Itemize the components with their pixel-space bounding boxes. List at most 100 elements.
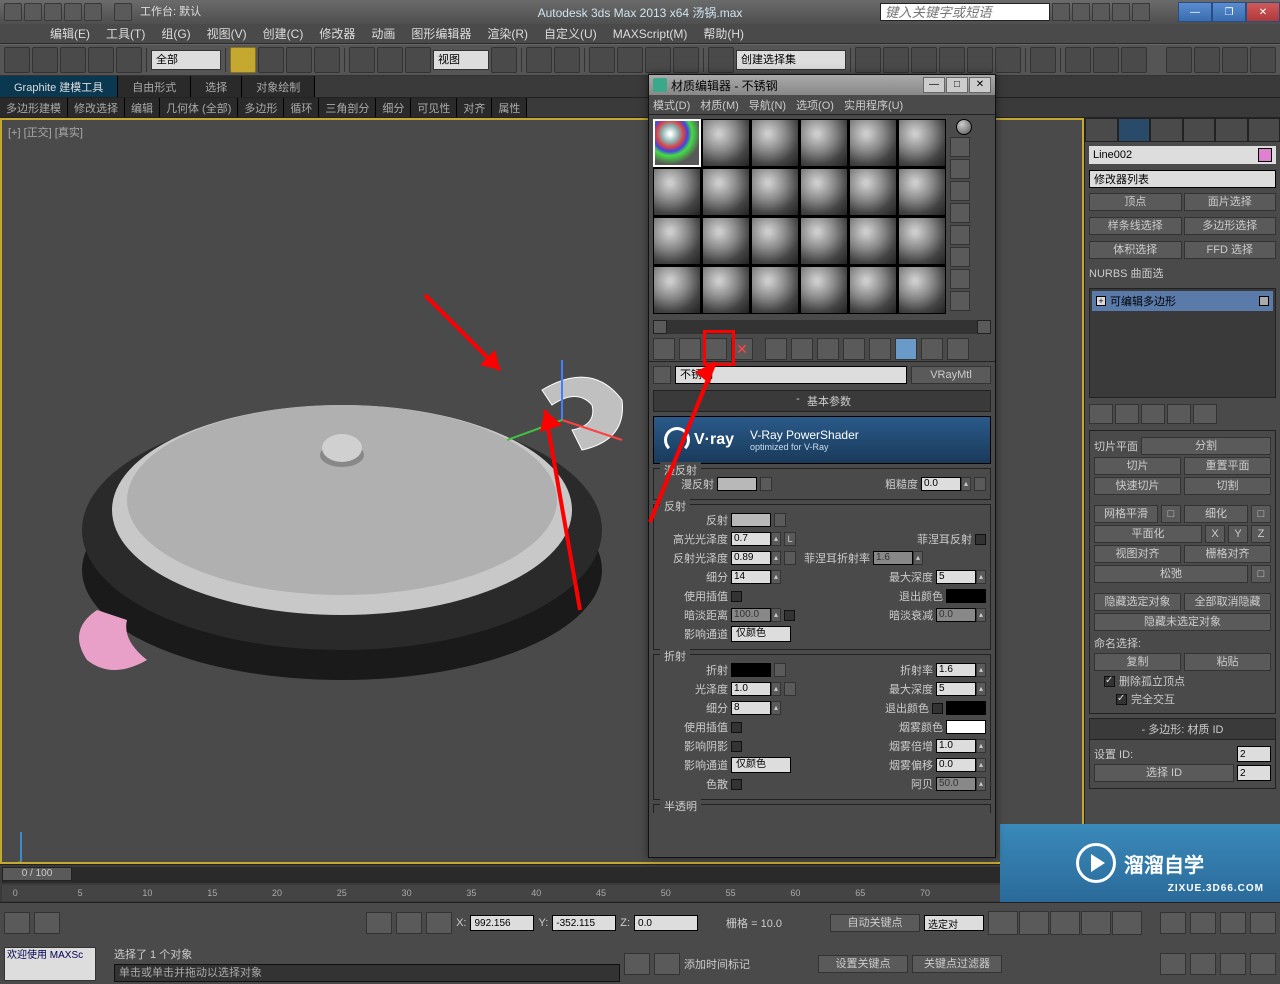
matid-channel-icon[interactable] (843, 338, 865, 360)
sample-slot[interactable] (800, 119, 848, 167)
autokey-button[interactable]: 自动关键点 (830, 914, 920, 932)
fog-color-swatch[interactable] (946, 720, 986, 734)
refl-maxdepth-spinner[interactable]: 5 (936, 570, 976, 584)
backlight-icon[interactable] (950, 137, 970, 157)
time-slider-thumb[interactable]: 0 / 100 (2, 867, 72, 881)
select-by-mat-icon[interactable] (950, 269, 970, 289)
btn-view-align[interactable]: 视图对齐 (1094, 545, 1181, 563)
select-name-icon[interactable] (258, 47, 284, 73)
nav-3-icon[interactable] (1220, 953, 1246, 975)
keyfilter-button[interactable]: 关键点过滤器 (912, 955, 1002, 973)
sample-slot-1[interactable] (653, 119, 701, 167)
select-icon[interactable] (230, 47, 256, 73)
qat-project-icon[interactable] (114, 3, 132, 21)
nav-orbit-icon[interactable] (1190, 912, 1216, 934)
modify-tab-icon[interactable] (1118, 118, 1151, 142)
restore-button[interactable]: ❐ (1212, 2, 1246, 22)
menu-render[interactable]: 渲染(R) (479, 25, 536, 42)
me-menu-material[interactable]: 材质(M) (700, 97, 739, 113)
sample-slot[interactable] (751, 168, 799, 216)
sample-slot[interactable] (702, 217, 750, 265)
subtab-geometry[interactable]: 几何体 (全部) (160, 98, 238, 117)
manip-icon[interactable] (526, 47, 552, 73)
ribbon-tab-selection[interactable]: 选择 (191, 76, 242, 97)
signin-icon[interactable] (1072, 3, 1090, 21)
snap-icon[interactable] (589, 47, 615, 73)
refr-affect-dropdown[interactable]: 仅颜色 (731, 757, 791, 773)
time-slider-track[interactable]: 0 / 100 (2, 867, 1082, 883)
assign-to-sel-icon[interactable] (705, 338, 727, 360)
teapot-icon[interactable] (1166, 47, 1192, 73)
listener-icon[interactable] (34, 912, 60, 934)
teapot4-icon[interactable] (1250, 47, 1276, 73)
ribbon-tab-freeform[interactable]: 自由形式 (118, 76, 191, 97)
mirror-icon[interactable] (855, 47, 881, 73)
ref-coord-dropdown[interactable]: 视图 (433, 50, 489, 70)
play-icon[interactable] (1050, 911, 1080, 935)
move-icon[interactable] (349, 47, 375, 73)
next-frame-icon[interactable] (1081, 911, 1111, 935)
abbe-spinner[interactable]: 50.0 (936, 777, 976, 791)
me-close-button[interactable]: ✕ (969, 77, 991, 93)
subtab-polymodel[interactable]: 多边形建模 (0, 98, 68, 117)
render-setup-icon[interactable] (1065, 47, 1091, 73)
sample-slot[interactable] (849, 217, 897, 265)
sample-slot[interactable] (702, 119, 750, 167)
refr-subdiv-spinner[interactable]: 8 (731, 701, 771, 715)
btn-vertex[interactable]: 顶点 (1089, 193, 1182, 211)
spinner-snap-icon[interactable] (673, 47, 699, 73)
menu-edit[interactable]: 编辑(E) (42, 25, 98, 42)
subtab-props[interactable]: 属性 (492, 98, 527, 117)
sample-slot[interactable] (849, 119, 897, 167)
material-name-input[interactable]: 不锈钢 (675, 366, 907, 384)
create-tab-icon[interactable] (1085, 118, 1118, 142)
settings-icon[interactable]: □ (1161, 505, 1181, 523)
render-frame-icon[interactable] (1093, 47, 1119, 73)
remove-mod-icon[interactable] (1167, 404, 1191, 424)
key-filter-input[interactable] (924, 915, 984, 931)
motion-tab-icon[interactable] (1183, 118, 1216, 142)
link-icon[interactable] (60, 47, 86, 73)
goto-end-icon[interactable] (1112, 911, 1142, 935)
sample-scroll[interactable] (653, 320, 991, 334)
sample-slot[interactable] (898, 119, 946, 167)
sample-slot[interactable] (898, 217, 946, 265)
favorite-icon[interactable] (1112, 3, 1130, 21)
sample-slot[interactable] (751, 266, 799, 314)
keymode-icon[interactable] (554, 47, 580, 73)
redo-icon[interactable] (32, 47, 58, 73)
utilities-tab-icon[interactable] (1248, 118, 1280, 142)
lock-icon[interactable] (396, 912, 422, 934)
material-map-nav-icon[interactable] (950, 291, 970, 311)
schematic-icon[interactable] (995, 47, 1021, 73)
layers-icon[interactable] (911, 47, 937, 73)
menu-animation[interactable]: 动画 (363, 25, 403, 42)
help-search-input[interactable] (880, 3, 1050, 21)
stack-item-editable-poly[interactable]: + 可编辑多边形 (1092, 291, 1273, 311)
btn-poly-sel[interactable]: 多边形选择 (1184, 217, 1277, 235)
qat-open-icon[interactable] (24, 3, 42, 21)
make-unique-icon[interactable] (791, 338, 813, 360)
diffuse-color-swatch[interactable] (717, 477, 757, 491)
fog-mult-spinner[interactable]: 1.0 (936, 739, 976, 753)
y-input[interactable] (552, 915, 616, 931)
material-type-button[interactable]: VRayMtl (911, 366, 991, 384)
pivot-icon[interactable] (491, 47, 517, 73)
ior-spinner[interactable]: 1.6 (936, 663, 976, 677)
sample-slot[interactable] (898, 266, 946, 314)
dim-falloff-spinner[interactable]: 0.0 (936, 608, 976, 622)
menu-maxscript[interactable]: MAXScript(M) (605, 27, 696, 41)
object-color-swatch[interactable] (1258, 148, 1272, 162)
btn-ffd-sel[interactable]: FFD 选择 (1184, 241, 1277, 259)
roughness-spinner[interactable]: 0.0 (921, 477, 961, 491)
get-material-icon[interactable] (653, 338, 675, 360)
hilight-lock-button[interactable]: L (784, 532, 796, 546)
nav-dolly-icon[interactable] (1220, 912, 1246, 934)
goto-start-icon[interactable] (988, 911, 1018, 935)
btn-hide-unsel[interactable]: 隐藏未选定对象 (1094, 613, 1271, 631)
go-forward-icon[interactable] (947, 338, 969, 360)
chk-delete-iso[interactable] (1104, 676, 1115, 687)
refract-color-swatch[interactable] (731, 663, 771, 677)
nav-4-icon[interactable] (1250, 953, 1276, 975)
btn-hide-sel[interactable]: 隐藏选定对象 (1094, 593, 1181, 611)
